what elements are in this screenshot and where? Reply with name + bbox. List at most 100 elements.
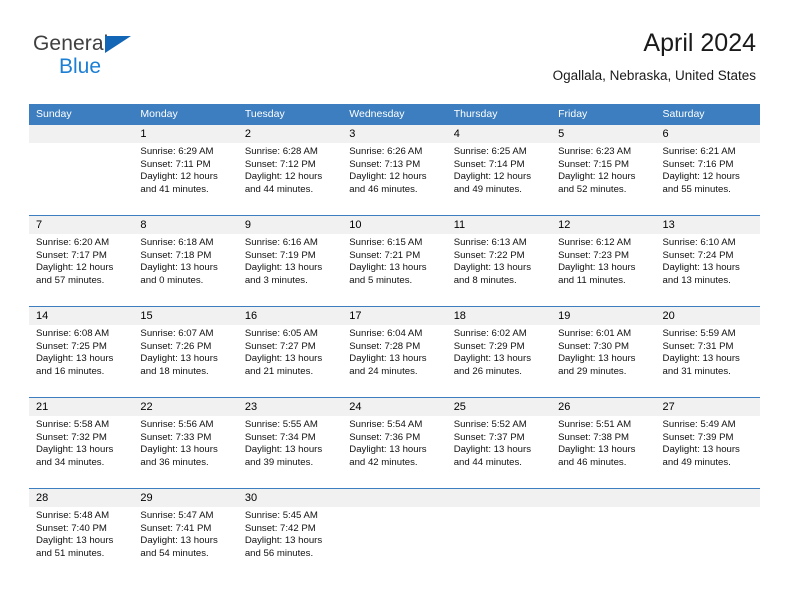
day-cell: Sunrise: 6:02 AM Sunset: 7:29 PM Dayligh… (447, 325, 551, 397)
sunrise-text: Sunrise: 6:08 AM (36, 328, 110, 339)
day-number[interactable]: 25 (447, 398, 551, 416)
day-cell: Sunrise: 6:15 AM Sunset: 7:21 PM Dayligh… (342, 234, 446, 306)
day-number[interactable]: 4 (447, 125, 551, 143)
day-number[interactable]: 15 (133, 307, 237, 325)
sunrise-text: Sunrise: 5:55 AM (244, 419, 318, 430)
weekday-monday: Monday (140, 108, 178, 120)
weekday-tuesday: Tuesday (244, 108, 285, 120)
sunrise-text: Sunrise: 6:29 AM (140, 146, 214, 157)
day-number[interactable]: 17 (342, 307, 446, 325)
day-cell: Sunrise: 6:10 AM Sunset: 7:24 PM Dayligh… (656, 234, 760, 306)
daylight-text: Daylight: 13 hours (662, 353, 740, 365)
daylight-text: Daylight: 12 hours (36, 262, 114, 274)
day-number[interactable]: 29 (133, 489, 237, 507)
day-number[interactable]: 16 (238, 307, 342, 325)
daylight-text-cont: and 39 minutes. (244, 456, 314, 468)
daylight-text: Daylight: 12 hours (244, 171, 323, 183)
day-cell: Sunrise: 6:28 AM Sunset: 7:12 PM Dayligh… (238, 143, 342, 215)
day-number[interactable]: 7 (29, 216, 133, 234)
sunrise-text: Sunrise: 6:07 AM (140, 328, 214, 339)
daylight-text: Daylight: 12 hours (662, 171, 740, 183)
sunset-text: Sunset: 7:42 PM (244, 522, 316, 534)
day-number[interactable]: 14 (29, 307, 133, 325)
sunset-text: Sunset: 7:14 PM (453, 158, 525, 170)
calendar-page: General Blue April 2024 Ogallala, Nebras… (0, 0, 792, 612)
sunset-text: Sunset: 7:33 PM (140, 431, 212, 443)
daylight-text-cont: and 44 minutes. (453, 456, 522, 468)
day-number[interactable]: 13 (656, 216, 760, 234)
daylight-text: Daylight: 13 hours (244, 535, 323, 547)
daylight-text-cont: and 18 minutes. (140, 365, 209, 377)
daylight-text-cont: and 55 minutes. (662, 183, 731, 195)
sunrise-text: Sunrise: 6:20 AM (36, 237, 110, 248)
page-header: General Blue April 2024 Ogallala, Nebras… (0, 0, 792, 82)
sunset-text: Sunset: 7:39 PM (662, 431, 734, 443)
day-number[interactable]: 28 (29, 489, 133, 507)
day-number[interactable]: 1 (133, 125, 237, 143)
day-cell: Sunrise: 5:45 AM Sunset: 7:42 PM Dayligh… (238, 507, 342, 579)
daylight-text-cont: and 42 minutes. (349, 456, 418, 468)
day-cell: Sunrise: 6:05 AM Sunset: 7:27 PM Dayligh… (238, 325, 342, 397)
day-number[interactable]: 8 (133, 216, 237, 234)
day-number[interactable]: 6 (656, 125, 760, 143)
day-number[interactable]: 18 (447, 307, 551, 325)
page-title: April 2024 (643, 29, 756, 57)
sunset-text: Sunset: 7:30 PM (558, 340, 630, 352)
sunrise-text: Sunrise: 6:21 AM (662, 146, 736, 157)
day-number[interactable] (342, 489, 446, 507)
weekday-friday: Friday (558, 108, 588, 120)
day-number[interactable] (551, 489, 655, 507)
day-number[interactable]: 12 (551, 216, 655, 234)
week-details: Sunrise: 5:48 AM Sunset: 7:40 PM Dayligh… (29, 507, 760, 579)
sunset-text: Sunset: 7:27 PM (244, 340, 316, 352)
day-cell: Sunrise: 5:59 AM Sunset: 7:31 PM Dayligh… (656, 325, 760, 397)
daylight-text: Daylight: 13 hours (36, 535, 114, 547)
general-blue-logo[interactable]: General Blue (33, 33, 131, 77)
daylight-text-cont: and 26 minutes. (453, 365, 522, 377)
sunrise-text: Sunrise: 6:26 AM (349, 146, 423, 157)
week-details: Sunrise: 5:58 AM Sunset: 7:32 PM Dayligh… (29, 416, 760, 488)
sunset-text: Sunset: 7:12 PM (244, 158, 316, 170)
day-number[interactable]: 27 (656, 398, 760, 416)
day-number[interactable]: 5 (551, 125, 655, 143)
sunrise-text: Sunrise: 5:45 AM (244, 510, 318, 521)
day-cell: Sunrise: 6:29 AM Sunset: 7:11 PM Dayligh… (133, 143, 237, 215)
day-number[interactable]: 19 (551, 307, 655, 325)
daylight-text: Daylight: 13 hours (244, 262, 323, 274)
day-number[interactable]: 30 (238, 489, 342, 507)
sunset-text: Sunset: 7:36 PM (349, 431, 421, 443)
sunset-text: Sunset: 7:17 PM (36, 249, 107, 261)
daylight-text: Daylight: 13 hours (244, 444, 323, 456)
day-number[interactable]: 10 (342, 216, 446, 234)
sunset-text: Sunset: 7:25 PM (36, 340, 107, 352)
daylight-text: Daylight: 13 hours (453, 353, 532, 365)
daylight-text-cont: and 49 minutes. (453, 183, 522, 195)
daylight-text-cont: and 16 minutes. (36, 365, 105, 377)
day-number[interactable]: 20 (656, 307, 760, 325)
day-number[interactable]: 9 (238, 216, 342, 234)
daylight-text-cont: and 29 minutes. (558, 365, 627, 377)
day-number[interactable] (656, 489, 760, 507)
daylight-text-cont: and 36 minutes. (140, 456, 209, 468)
day-cell: Sunrise: 6:12 AM Sunset: 7:23 PM Dayligh… (551, 234, 655, 306)
day-number[interactable] (447, 489, 551, 507)
daylight-text-cont: and 31 minutes. (662, 365, 731, 377)
daylight-text-cont: and 8 minutes. (453, 274, 517, 286)
day-number[interactable]: 23 (238, 398, 342, 416)
daylight-text: Daylight: 13 hours (140, 444, 218, 456)
day-number[interactable]: 11 (447, 216, 551, 234)
day-number[interactable] (29, 125, 133, 143)
sunset-text: Sunset: 7:37 PM (453, 431, 525, 443)
week-row: 21 22 23 24 25 26 27 Sunrise: 5:58 AM Su… (29, 397, 760, 488)
daylight-text-cont: and 44 minutes. (244, 183, 314, 195)
sunrise-text: Sunrise: 5:59 AM (662, 328, 736, 339)
day-number[interactable]: 3 (342, 125, 446, 143)
day-cell: Sunrise: 5:55 AM Sunset: 7:34 PM Dayligh… (238, 416, 342, 488)
day-number[interactable]: 2 (238, 125, 342, 143)
week-details: Sunrise: 6:08 AM Sunset: 7:25 PM Dayligh… (29, 325, 760, 397)
day-number[interactable]: 22 (133, 398, 237, 416)
day-number[interactable]: 26 (551, 398, 655, 416)
day-number[interactable]: 24 (342, 398, 446, 416)
day-number[interactable]: 21 (29, 398, 133, 416)
sunset-text: Sunset: 7:15 PM (558, 158, 630, 170)
